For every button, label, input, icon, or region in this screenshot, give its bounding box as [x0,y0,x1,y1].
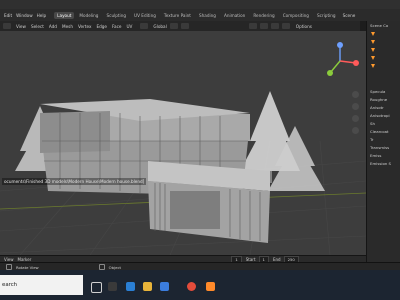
menu-view[interactable]: View [16,24,26,29]
menu-edge[interactable]: Edge [96,24,107,29]
outliner-item[interactable] [367,30,400,37]
menu-edit[interactable]: Edit [4,13,12,18]
property-label: Anisotropi [370,113,390,118]
viewport-header: View Select Add Mesh Vertex Edge Face UV… [0,21,360,31]
proportional-edit-icon[interactable] [180,23,189,29]
object-icon [371,47,375,52]
menu-select[interactable]: Select [31,24,44,29]
object-hint: Object [108,264,122,270]
object-icon [371,31,375,36]
property-label: Transmiss [370,145,390,150]
scene-selector[interactable]: Scene [343,13,356,18]
transform-orientation-icon[interactable] [140,23,149,29]
property-label: Anisotr [370,105,384,110]
tab-texture-paint[interactable]: Texture Paint [161,12,194,19]
window-title-strip [0,0,400,9]
navigation-gizmo[interactable] [320,41,360,81]
viewport-scene [0,91,366,255]
property-label: Tr [370,137,374,142]
menu-add[interactable]: Add [49,24,57,29]
tab-scripting[interactable]: Scripting [314,12,339,19]
house-model [40,99,270,243]
edge-icon[interactable] [126,282,135,291]
camera-view-icon[interactable] [352,115,359,122]
xray-icon[interactable] [259,23,268,29]
outliner-item[interactable] [367,54,400,61]
taskbar-search[interactable]: earch [0,275,83,295]
search-input[interactable]: earch [2,282,17,288]
properties-panel: Scene Co Specula Roughne Anisotr Anisotr… [366,21,400,262]
tab-uv-editing[interactable]: UV Editing [131,12,159,19]
top-menu-bar: Edit Window Help Layout Modeling Sculpti… [0,9,400,21]
menu-help[interactable]: Help [37,13,47,18]
menu-mesh[interactable]: Mesh [62,24,73,29]
tab-compositing[interactable]: Compositing [280,12,312,19]
property-label: Roughne [370,97,388,102]
object-icon [371,55,375,60]
pan-icon[interactable] [352,103,359,110]
shading-solid-icon[interactable] [270,23,279,29]
tab-modeling[interactable]: Modeling [76,12,101,19]
orientation-dropdown[interactable]: Global [153,24,166,29]
menu-vertex[interactable]: Vertex [78,24,91,29]
tab-animation[interactable]: Animation [221,12,248,19]
editor-type-icon[interactable] [3,23,11,29]
outliner-item[interactable] [367,46,400,53]
file-explorer-icon[interactable] [143,282,152,291]
snap-icon[interactable] [169,23,178,29]
object-icon [371,39,375,44]
tab-sculpting[interactable]: Sculpting [103,12,129,19]
outliner-item[interactable] [367,62,400,69]
menu-window[interactable]: Window [16,13,33,18]
tab-shading[interactable]: Shading [196,12,219,19]
task-view-icon[interactable] [108,282,117,291]
tab-layout[interactable]: Layout [54,11,75,19]
shading-material-icon[interactable] [281,23,290,29]
property-label: Sh [370,121,375,126]
menu-uv[interactable]: UV [126,24,132,29]
object-icon [371,63,375,68]
options-dropdown[interactable]: Options [296,24,312,29]
property-label: Emiss [370,153,382,158]
scene-collection-label: Scene Co [370,23,389,28]
chrome-icon[interactable] [187,282,196,291]
blender-icon[interactable] [206,282,215,291]
outliner-item[interactable] [367,38,400,45]
overlay-icon[interactable] [248,23,257,29]
rotate-view-hint: Rotate View [16,264,39,270]
store-icon[interactable] [160,282,169,291]
3d-viewport[interactable]: ocuments\Finished 3D models\Modern House… [0,31,366,255]
tab-rendering[interactable]: Rendering [250,12,277,19]
property-label: Clearcoat [370,129,389,134]
file-path-overlay: ocuments\Finished 3D models\Modern House… [2,178,147,185]
start-icon[interactable] [91,282,102,293]
property-label: Specula [370,89,386,94]
ortho-toggle-icon[interactable] [352,127,359,134]
menu-face[interactable]: Face [112,24,121,29]
zoom-icon[interactable] [352,91,359,98]
property-label: Emission S [370,161,392,166]
